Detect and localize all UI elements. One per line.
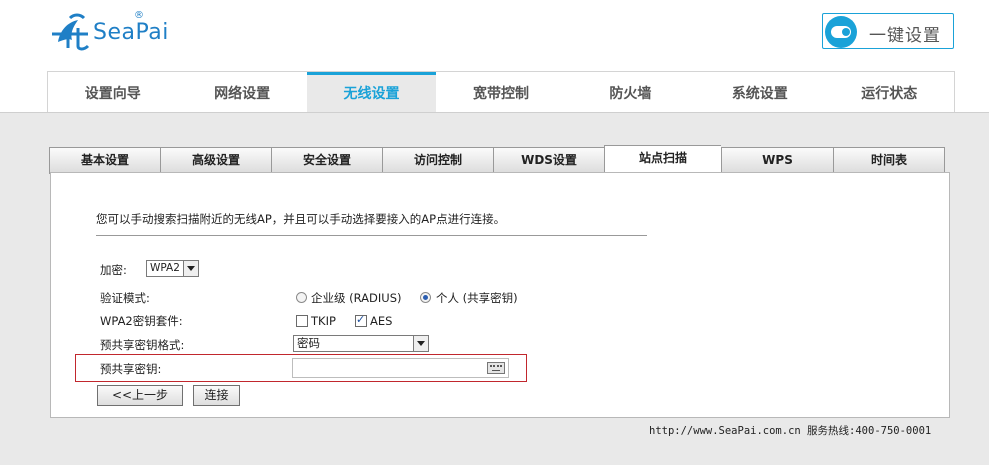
main-nav: 设置向导 网络设置 无线设置 宽带控制 防火墙 系统设置 运行状态 [47, 71, 955, 112]
sub-tabs: 基本设置 高级设置 安全设置 访问控制 WDS设置 站点扫描 WPS 时间表 [49, 145, 945, 174]
psk-input[interactable] [292, 358, 509, 378]
nav-bandwidth-control[interactable]: 宽带控制 [436, 72, 565, 112]
encryption-value: WPA2 [150, 262, 180, 274]
tab-security-settings[interactable]: 安全设置 [271, 147, 382, 174]
keyboard-icon[interactable] [487, 362, 505, 374]
key-format-label: 预共享密钥格式: [100, 338, 185, 352]
encryption-select[interactable]: WPA2 [146, 260, 199, 277]
tab-site-survey[interactable]: 站点扫描 [604, 145, 721, 174]
tab-access-control[interactable]: 访问控制 [382, 147, 493, 174]
auth-personal-label: 个人 (共享密钥) [436, 291, 518, 305]
brand-name: SeaPai [93, 20, 169, 45]
key-format-select[interactable]: 密码 [293, 335, 429, 352]
chevron-down-icon [183, 261, 198, 276]
auth-mode-label: 验证模式: [100, 291, 150, 305]
tab-wps[interactable]: WPS [721, 147, 833, 174]
key-format-value: 密码 [297, 336, 320, 350]
psk-label: 预共享密钥: [100, 362, 162, 376]
seapai-logo-mark-icon [52, 13, 90, 51]
tab-wds-settings[interactable]: WDS设置 [493, 147, 604, 174]
divider [96, 235, 647, 236]
tab-advanced-settings[interactable]: 高级设置 [160, 147, 271, 174]
auth-enterprise-radio[interactable] [296, 292, 307, 303]
cipher-label: WPA2密钥套件: [100, 314, 183, 328]
auth-personal-radio[interactable] [420, 292, 431, 303]
one-key-setup-button[interactable]: 一键设置 [822, 13, 954, 49]
intro-text: 您可以手动搜索扫描附近的无线AP，并且可以手动选择要接入的AP点进行连接。 [96, 212, 506, 226]
auth-enterprise-label: 企业级 (RADIUS) [311, 291, 402, 305]
aes-checkbox[interactable] [355, 313, 367, 327]
tkip-checkbox[interactable] [296, 315, 308, 327]
tab-basic-settings[interactable]: 基本设置 [49, 147, 160, 174]
tab-schedule[interactable]: 时间表 [833, 147, 945, 174]
prev-button[interactable]: <<上一步 [97, 385, 183, 406]
chevron-down-icon [413, 336, 428, 351]
encryption-label: 加密: [100, 263, 127, 277]
nav-firewall[interactable]: 防火墙 [566, 72, 695, 112]
toggle-icon [825, 16, 857, 48]
nav-run-status[interactable]: 运行状态 [825, 72, 954, 112]
connect-button[interactable]: 连接 [193, 385, 240, 406]
header: ® SeaPai 一键设置 设置向导 网络设置 无线设置 宽带控制 防火墙 系统… [0, 0, 989, 112]
nav-wireless-settings[interactable]: 无线设置 [306, 72, 437, 112]
one-key-setup-label: 一键设置 [869, 26, 941, 46]
nav-system-settings[interactable]: 系统设置 [695, 72, 824, 112]
aes-label: AES [370, 314, 393, 328]
nav-setup-wizard[interactable]: 设置向导 [48, 72, 177, 112]
nav-network-settings[interactable]: 网络设置 [177, 72, 306, 112]
tkip-label: TKIP [311, 314, 336, 328]
footer-info: http://www.SeaPai.com.cn 服务热线:400-750-00… [649, 425, 932, 437]
